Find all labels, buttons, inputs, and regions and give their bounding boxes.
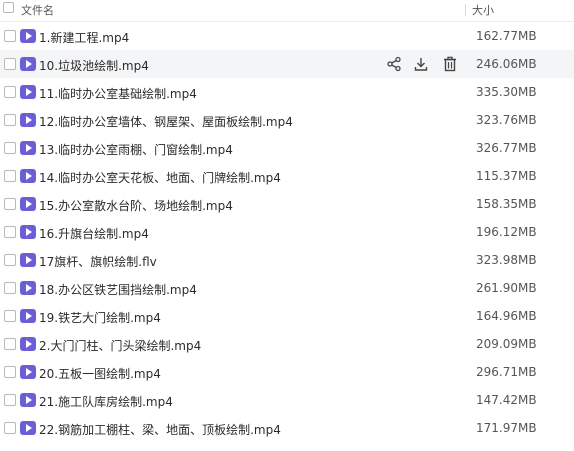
row-checkbox[interactable] bbox=[4, 58, 16, 70]
file-name[interactable]: 2.大门门柱、门头梁绘制.mp4 bbox=[39, 337, 201, 354]
file-name[interactable]: 10.垃圾池绘制.mp4 bbox=[39, 57, 149, 74]
file-size: 326.77MB bbox=[476, 141, 537, 155]
file-size: 323.76MB bbox=[476, 113, 537, 127]
file-name[interactable]: 12.临时办公室墙体、钢屋架、屋面板绘制.mp4 bbox=[39, 113, 293, 130]
file-row[interactable]: 14.临时办公室天花板、地面、门牌绘制.mp4 115.37MB bbox=[0, 162, 574, 190]
select-all-checkbox[interactable] bbox=[3, 2, 14, 13]
row-checkbox[interactable] bbox=[4, 226, 16, 238]
video-file-icon bbox=[20, 57, 36, 71]
file-name[interactable]: 15.办公室散水台阶、场地绘制.mp4 bbox=[39, 197, 233, 214]
file-row[interactable]: 1.新建工程.mp4 162.77MB bbox=[0, 22, 574, 50]
video-file-icon bbox=[20, 309, 36, 323]
row-checkbox[interactable] bbox=[4, 30, 16, 42]
file-size: 147.42MB bbox=[476, 393, 537, 407]
video-file-icon bbox=[20, 253, 36, 267]
row-checkbox[interactable] bbox=[4, 422, 16, 434]
file-size: 335.30MB bbox=[476, 85, 537, 99]
file-size: 115.37MB bbox=[476, 169, 537, 183]
video-file-icon bbox=[20, 393, 36, 407]
file-name[interactable]: 13.临时办公室雨棚、门窗绘制.mp4 bbox=[39, 141, 233, 158]
file-row[interactable]: 18.办公区铁艺围挡绘制.mp4 261.90MB bbox=[0, 274, 574, 302]
list-header: 文件名 大小 bbox=[0, 0, 574, 22]
file-row[interactable]: 17旗杆、旗帜绘制.flv 323.98MB bbox=[0, 246, 574, 274]
row-checkbox[interactable] bbox=[4, 254, 16, 266]
file-size: 209.09MB bbox=[476, 337, 537, 351]
file-size: 164.96MB bbox=[476, 309, 537, 323]
file-name[interactable]: 19.铁艺大门绘制.mp4 bbox=[39, 309, 161, 326]
file-row[interactable]: 10.垃圾池绘制.mp4 246.06MB bbox=[0, 50, 574, 78]
column-header-size[interactable]: 大小 bbox=[472, 2, 494, 18]
delete-icon[interactable] bbox=[442, 56, 458, 72]
file-name[interactable]: 20.五板一图绘制.mp4 bbox=[39, 365, 161, 382]
video-file-icon bbox=[20, 141, 36, 155]
row-checkbox[interactable] bbox=[4, 170, 16, 182]
video-file-icon bbox=[20, 85, 36, 99]
file-row[interactable]: 15.办公室散水台阶、场地绘制.mp4 158.35MB bbox=[0, 190, 574, 218]
file-row[interactable]: 22.钢筋加工棚柱、梁、地面、顶板绘制.mp4 171.97MB bbox=[0, 414, 574, 442]
row-checkbox[interactable] bbox=[4, 282, 16, 294]
file-size: 246.06MB bbox=[476, 57, 537, 71]
download-icon[interactable] bbox=[413, 56, 429, 72]
file-list-page: 文件名 大小 1.新建工程.mp4 162.77MB 10.垃圾池绘制.mp4 246… bbox=[0, 0, 574, 451]
file-row[interactable]: 21.施工队库房绘制.mp4 147.42MB bbox=[0, 386, 574, 414]
video-file-icon bbox=[20, 169, 36, 183]
video-file-icon bbox=[20, 225, 36, 239]
column-divider bbox=[465, 4, 466, 16]
file-name[interactable]: 22.钢筋加工棚柱、梁、地面、顶板绘制.mp4 bbox=[39, 421, 281, 438]
row-checkbox[interactable] bbox=[4, 338, 16, 350]
video-file-icon bbox=[20, 365, 36, 379]
file-name[interactable]: 17旗杆、旗帜绘制.flv bbox=[39, 253, 157, 270]
video-file-icon bbox=[20, 337, 36, 351]
row-checkbox[interactable] bbox=[4, 86, 16, 98]
video-file-icon bbox=[20, 29, 36, 43]
file-row[interactable]: 20.五板一图绘制.mp4 296.71MB bbox=[0, 358, 574, 386]
file-size: 296.71MB bbox=[476, 365, 537, 379]
file-row[interactable]: 13.临时办公室雨棚、门窗绘制.mp4 326.77MB bbox=[0, 134, 574, 162]
file-size: 323.98MB bbox=[476, 253, 537, 267]
row-checkbox[interactable] bbox=[4, 394, 16, 406]
video-file-icon bbox=[20, 421, 36, 435]
row-checkbox[interactable] bbox=[4, 366, 16, 378]
file-row[interactable]: 2.大门门柱、门头梁绘制.mp4 209.09MB bbox=[0, 330, 574, 358]
file-row[interactable]: 16.升旗台绘制.mp4 196.12MB bbox=[0, 218, 574, 246]
file-name[interactable]: 18.办公区铁艺围挡绘制.mp4 bbox=[39, 281, 197, 298]
file-size: 158.35MB bbox=[476, 197, 537, 211]
video-file-icon bbox=[20, 113, 36, 127]
row-checkbox[interactable] bbox=[4, 198, 16, 210]
file-name[interactable]: 16.升旗台绘制.mp4 bbox=[39, 225, 149, 242]
file-size: 196.12MB bbox=[476, 225, 537, 239]
video-file-icon bbox=[20, 197, 36, 211]
file-size: 261.90MB bbox=[476, 281, 537, 295]
file-size: 162.77MB bbox=[476, 29, 537, 43]
file-row[interactable]: 11.临时办公室基础绘制.mp4 335.30MB bbox=[0, 78, 574, 106]
file-list: 1.新建工程.mp4 162.77MB 10.垃圾池绘制.mp4 246.06MB 11… bbox=[0, 22, 574, 442]
file-name[interactable]: 21.施工队库房绘制.mp4 bbox=[39, 393, 173, 410]
row-checkbox[interactable] bbox=[4, 310, 16, 322]
file-name[interactable]: 11.临时办公室基础绘制.mp4 bbox=[39, 85, 197, 102]
file-name[interactable]: 14.临时办公室天花板、地面、门牌绘制.mp4 bbox=[39, 169, 281, 186]
file-name[interactable]: 1.新建工程.mp4 bbox=[39, 29, 129, 46]
column-header-name[interactable]: 文件名 bbox=[21, 2, 54, 18]
row-checkbox[interactable] bbox=[4, 114, 16, 126]
share-icon[interactable] bbox=[386, 56, 402, 72]
row-checkbox[interactable] bbox=[4, 142, 16, 154]
video-file-icon bbox=[20, 281, 36, 295]
list-bottom bbox=[0, 442, 574, 451]
file-size: 171.97MB bbox=[476, 421, 537, 435]
file-row[interactable]: 19.铁艺大门绘制.mp4 164.96MB bbox=[0, 302, 574, 330]
file-row[interactable]: 12.临时办公室墙体、钢屋架、屋面板绘制.mp4 323.76MB bbox=[0, 106, 574, 134]
